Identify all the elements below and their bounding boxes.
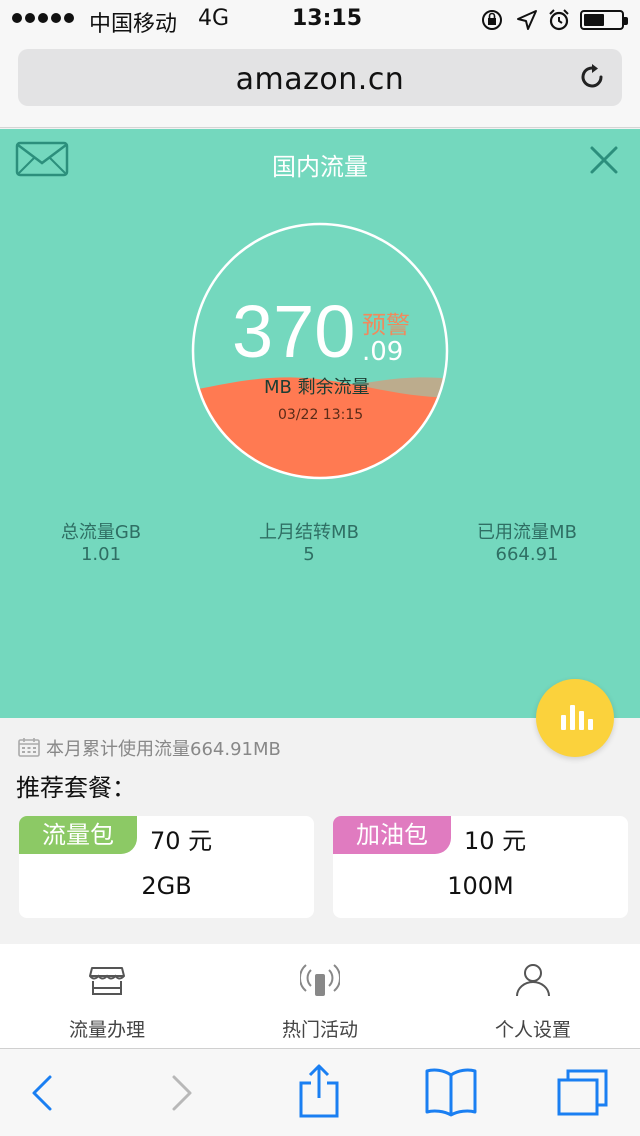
forward-icon[interactable]	[168, 1073, 196, 1113]
remaining-label: MB 剩余流量	[264, 377, 370, 398]
reload-icon[interactable]	[576, 61, 608, 93]
stat-carryover: 上月结转MB 5	[240, 522, 378, 566]
close-icon[interactable]	[588, 144, 620, 176]
plan-size: 100M	[447, 872, 514, 900]
stat-value: 1.01	[80, 544, 122, 565]
nav-label: 流量办理	[68, 1019, 145, 1041]
stat-value: 664.91	[495, 544, 559, 565]
battery-icon	[580, 10, 628, 30]
url-text: amazon.cn	[235, 62, 405, 97]
traffic-panel: 国内流量 370 预警 .09 MB 剩余流量 03/22 13:15 总流量G…	[0, 129, 640, 757]
recommend-title: 推荐套餐：	[16, 774, 136, 802]
plan-tag: 加油包	[333, 816, 451, 854]
browser-address-bar: amazon.cn	[0, 40, 640, 128]
url-field[interactable]: amazon.cn	[18, 49, 622, 106]
location-icon	[517, 10, 537, 30]
phone-signal-icon	[300, 964, 340, 996]
alarm-icon	[549, 9, 569, 31]
stat-used: 已用流量MB 664.91	[460, 522, 594, 566]
bottom-nav: 流量办理 热门活动 个人设置	[0, 944, 640, 1048]
calendar-icon	[18, 738, 40, 757]
remaining-value: 370	[232, 290, 356, 373]
chart-button[interactable]	[536, 679, 614, 757]
remaining-decimal: .09	[362, 337, 404, 367]
stat-value: 5	[303, 544, 315, 565]
carrier-name: 中国移动	[89, 12, 178, 37]
stat-label: 总流量GB	[60, 522, 142, 543]
nav-label: 热门活动	[281, 1019, 358, 1041]
stat-label: 上月结转MB	[259, 522, 359, 543]
nav-item-settings[interactable]: 个人设置	[426, 944, 640, 1048]
stat-total: 总流量GB 1.01	[40, 522, 162, 566]
warning-label: 预警	[362, 311, 410, 339]
plan-card-data-pack[interactable]: 流量包 70 元 2GB	[19, 816, 314, 918]
status-bar: 中国移动 4G 13:15	[0, 0, 640, 40]
nav-label: 个人设置	[494, 1019, 571, 1041]
plan-size: 2GB	[141, 872, 192, 900]
plan-tag: 流量包	[19, 816, 137, 854]
stat-label: 已用流量MB	[477, 522, 577, 543]
monthly-usage-text: 本月累计使用流量664.91MB	[46, 739, 281, 760]
back-icon[interactable]	[28, 1073, 56, 1113]
network-type: 4G	[198, 6, 230, 31]
plan-price: 10 元	[464, 827, 527, 855]
signal-strength-icon	[12, 13, 74, 23]
tabs-icon[interactable]	[556, 1067, 610, 1117]
rotation-lock-icon	[482, 10, 502, 30]
nav-item-traffic[interactable]: 流量办理	[0, 944, 214, 1048]
browser-toolbar	[0, 1048, 640, 1136]
plan-card-booster-pack[interactable]: 加油包 10 元 100M	[333, 816, 628, 918]
nav-item-activities[interactable]: 热门活动	[213, 944, 427, 1048]
update-timestamp: 03/22 13:15	[278, 407, 364, 423]
clock: 13:15	[292, 6, 363, 31]
share-icon[interactable]	[296, 1063, 342, 1119]
bar-chart-icon	[561, 705, 593, 730]
page-title: 国内流量	[272, 153, 368, 181]
user-icon	[516, 964, 550, 997]
shop-icon	[89, 967, 125, 995]
bookmarks-icon[interactable]	[424, 1067, 478, 1117]
plan-price: 70 元	[150, 827, 213, 855]
